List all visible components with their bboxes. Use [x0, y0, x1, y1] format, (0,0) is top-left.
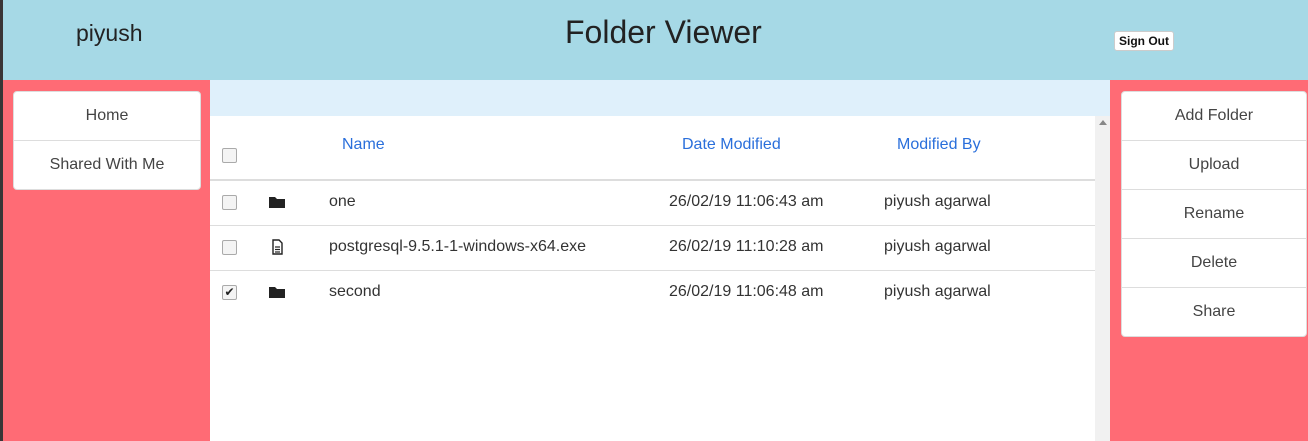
file-name[interactable]: second: [329, 283, 381, 301]
vertical-scrollbar[interactable]: [1095, 116, 1110, 441]
file-table: Name Date Modified Modified By one 26/02…: [210, 116, 1095, 315]
file-date-modified: 26/02/19 11:06:43 am: [669, 193, 824, 210]
sign-out-button[interactable]: Sign Out: [1114, 31, 1174, 51]
file-date-modified: 26/02/19 11:06:48 am: [669, 283, 824, 300]
column-header-date-modified[interactable]: Date Modified: [682, 136, 781, 154]
file-date-modified: 26/02/19 11:10:28 am: [669, 238, 824, 255]
file-list-panel: Name Date Modified Modified By one 26/02…: [210, 80, 1110, 441]
table-header-row: Name Date Modified Modified By: [210, 116, 1095, 181]
row-checkbox[interactable]: ✔: [222, 285, 237, 300]
header-bar: piyush Folder Viewer Sign Out: [3, 0, 1308, 80]
delete-button[interactable]: Delete: [1122, 239, 1306, 288]
nav-item-home[interactable]: Home: [14, 92, 200, 141]
share-button[interactable]: Share: [1122, 288, 1306, 336]
table-row[interactable]: postgresql-9.5.1-1-windows-x64.exe 26/02…: [210, 226, 1095, 271]
table-row[interactable]: one 26/02/19 11:06:43 am piyush agarwal: [210, 181, 1095, 226]
scroll-up-arrow-icon[interactable]: [1099, 120, 1107, 125]
folder-icon: [269, 197, 285, 208]
username-label: piyush: [76, 20, 143, 46]
file-icon: [272, 239, 283, 255]
file-name[interactable]: one: [329, 193, 356, 211]
nav-item-shared-with-me[interactable]: Shared With Me: [14, 141, 200, 189]
left-nav-panel: Home Shared With Me: [13, 91, 201, 190]
file-modified-by: piyush agarwal: [884, 193, 991, 210]
file-modified-by: piyush agarwal: [884, 283, 991, 300]
path-bar: [210, 80, 1110, 116]
file-name[interactable]: postgresql-9.5.1-1-windows-x64.exe: [329, 238, 586, 256]
folder-icon: [269, 287, 285, 298]
rename-button[interactable]: Rename: [1122, 190, 1306, 239]
row-checkbox[interactable]: [222, 195, 237, 210]
app-window: piyush Folder Viewer Sign Out Home Share…: [0, 0, 1308, 441]
column-header-modified-by[interactable]: Modified By: [897, 136, 981, 154]
add-folder-button[interactable]: Add Folder: [1122, 92, 1306, 141]
column-header-name[interactable]: Name: [342, 136, 385, 154]
upload-button[interactable]: Upload: [1122, 141, 1306, 190]
actions-panel: Add Folder Upload Rename Delete Share: [1121, 91, 1307, 337]
table-row[interactable]: ✔ second 26/02/19 11:06:48 am piyush aga…: [210, 271, 1095, 315]
file-modified-by: piyush agarwal: [884, 238, 991, 255]
select-all-checkbox[interactable]: [222, 148, 237, 163]
row-checkbox[interactable]: [222, 240, 237, 255]
page-title: Folder Viewer: [565, 14, 762, 50]
